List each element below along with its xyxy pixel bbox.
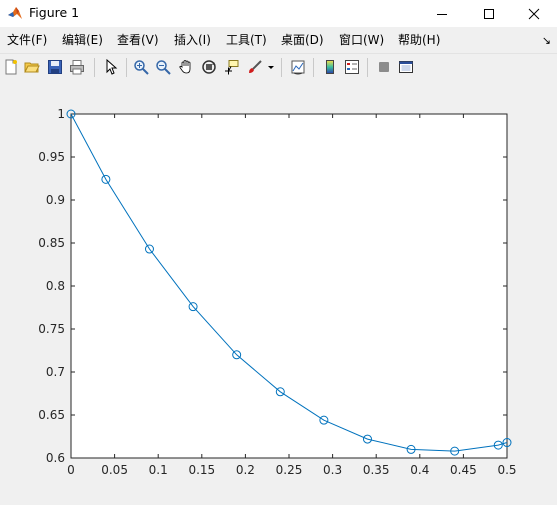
- x-tick-label: 0.4: [410, 463, 429, 477]
- new-figure-icon[interactable]: [1, 57, 21, 77]
- y-tick-label: 0.6: [46, 451, 65, 465]
- show-plot-tools-icon[interactable]: [396, 57, 416, 77]
- x-tick-label: 0.35: [363, 463, 390, 477]
- menu-edit[interactable]: 编辑(E): [62, 33, 103, 47]
- matlab-logo-icon: [8, 7, 22, 19]
- x-tick-label: 0.1: [149, 463, 168, 477]
- menu-view[interactable]: 查看(V): [117, 33, 159, 47]
- maximize-icon: [484, 8, 494, 19]
- y-tick-label: 0.75: [38, 322, 65, 336]
- close-button[interactable]: [511, 0, 557, 27]
- figure-canvas: 0 0.05 0.1 0.15 0.2 0.25 0.3 0.35 0.4 0.45 0.5 0.6 0…: [0, 82, 557, 501]
- menu-insert[interactable]: 插入(I): [174, 33, 211, 47]
- title-bar: Figure 1: [0, 0, 557, 27]
- x-tick-label: 0: [67, 463, 75, 477]
- y-tick-label: 0.9: [46, 193, 65, 207]
- zoom-out-icon[interactable]: [153, 57, 173, 77]
- window-title: Figure 1: [29, 5, 80, 20]
- menu-help[interactable]: 帮助(H): [398, 33, 440, 47]
- dock-arrow-icon[interactable]: ↘: [542, 34, 551, 47]
- brush-dropdown-icon[interactable]: [266, 57, 276, 77]
- save-icon[interactable]: [45, 57, 65, 77]
- zoom-in-icon[interactable]: [131, 57, 151, 77]
- menu-desktop[interactable]: 桌面(D): [281, 33, 324, 47]
- figure-toolbar: [0, 53, 557, 83]
- y-tick-label: 0.65: [38, 408, 65, 422]
- maximize-button[interactable]: [466, 0, 512, 27]
- colorbar-icon[interactable]: [320, 57, 340, 77]
- link-plot-icon[interactable]: [288, 57, 308, 77]
- hide-plot-tools-icon[interactable]: [374, 57, 394, 77]
- x-tick-label: 0.15: [188, 463, 215, 477]
- y-tick-label: 1: [57, 107, 65, 121]
- y-tick-label: 0.7: [46, 365, 65, 379]
- menu-window[interactable]: 窗口(W): [339, 33, 384, 47]
- brush-icon[interactable]: [245, 57, 265, 77]
- axes-box: [70, 113, 508, 459]
- x-tick-label: 0.5: [497, 463, 516, 477]
- x-tick-label: 0.05: [101, 463, 128, 477]
- rotate-3d-icon[interactable]: [199, 57, 219, 77]
- menu-bar: 文件(F) 编辑(E) 查看(V) 插入(I) 工具(T) 桌面(D) 窗口(W…: [0, 27, 557, 53]
- data-cursor-icon[interactable]: [222, 57, 242, 77]
- minimize-button[interactable]: [419, 0, 465, 27]
- close-icon: [528, 8, 540, 19]
- line-chart[interactable]: 0 0.05 0.1 0.15 0.2 0.25 0.3 0.35 0.4 0.45 0.5 0.6 0…: [0, 82, 557, 501]
- pan-icon[interactable]: [176, 57, 196, 77]
- y-tick-label: 0.85: [38, 236, 65, 250]
- x-tick-label: 0.2: [236, 463, 255, 477]
- y-tick-label: 0.95: [38, 150, 65, 164]
- y-tick-label: 0.8: [46, 279, 65, 293]
- edit-plot-icon[interactable]: [101, 57, 121, 77]
- x-tick-label: 0.45: [450, 463, 477, 477]
- open-file-icon[interactable]: [22, 57, 42, 77]
- x-tick-label: 0.3: [323, 463, 342, 477]
- print-icon[interactable]: [67, 57, 87, 77]
- x-tick-label: 0.25: [276, 463, 303, 477]
- legend-icon[interactable]: [342, 57, 362, 77]
- menu-file[interactable]: 文件(F): [7, 33, 47, 47]
- menu-tools[interactable]: 工具(T): [226, 33, 267, 47]
- minimize-icon: [437, 13, 447, 15]
